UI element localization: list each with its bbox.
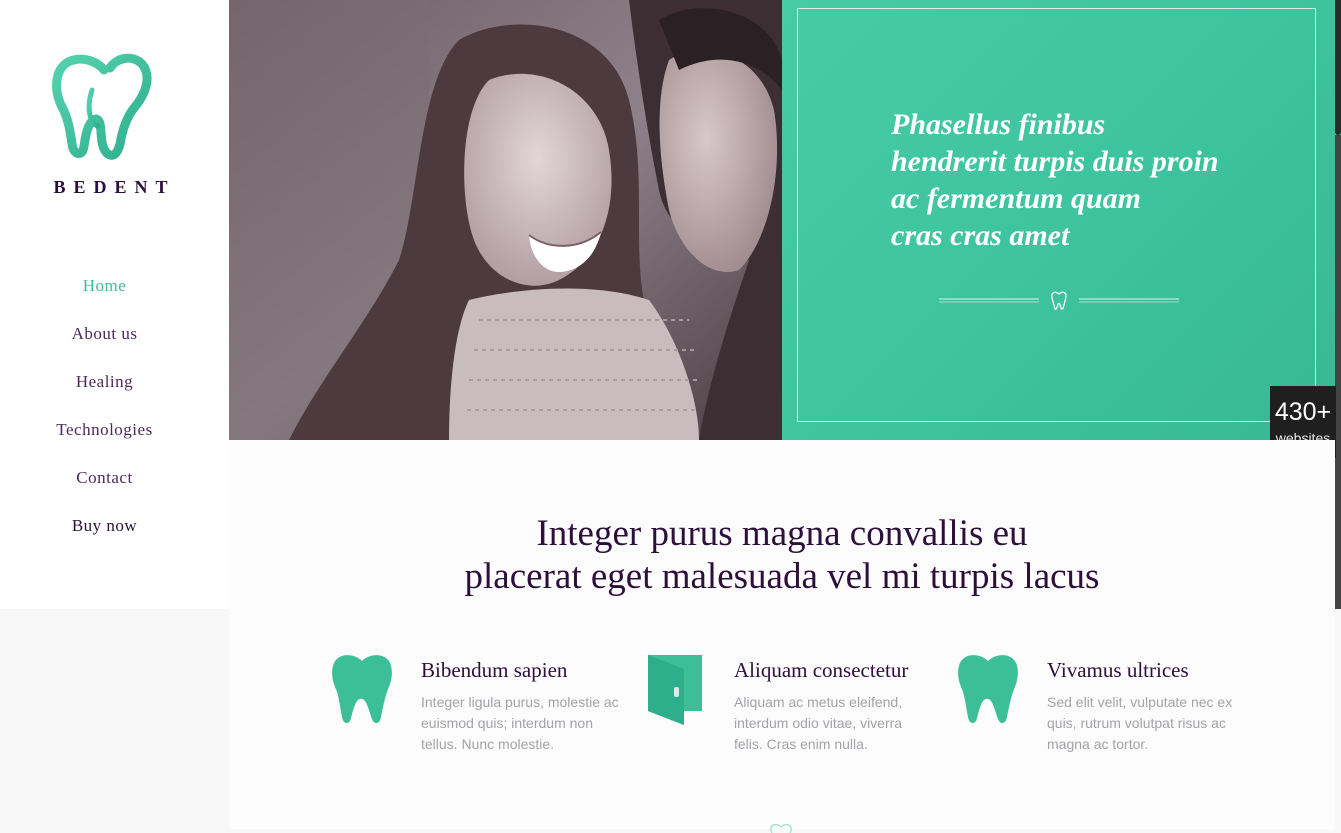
- sidebar: BEDENT Home About us Healing Technologie…: [0, 0, 229, 609]
- hero-quote-line: Phasellus finibus: [891, 108, 1106, 141]
- hero-quote-line: hendrerit turpis duis proin: [891, 145, 1219, 178]
- feature-item: Aliquam consectetur Aliquam ac metus ele…: [644, 653, 944, 763]
- nav-item-technologies[interactable]: Technologies: [0, 416, 209, 464]
- tooth-logo-icon[interactable]: [52, 52, 156, 162]
- hero-photo: [229, 0, 782, 440]
- brand-name[interactable]: BEDENT: [0, 177, 209, 198]
- nav-item-buy-now[interactable]: Buy now: [0, 512, 209, 560]
- feature-title: Bibendum sapien: [421, 658, 568, 682]
- scrollbar-track[interactable]: [1335, 135, 1341, 609]
- feature-title: Aliquam consectetur: [734, 658, 909, 682]
- feature-item: Vivamus ultrices Sed elit velit, vulputa…: [957, 653, 1257, 763]
- scrollbar-thumb[interactable]: [1335, 0, 1341, 135]
- tooth-divider-icon: [939, 291, 1179, 310]
- nav-item-about-us[interactable]: About us: [0, 320, 209, 368]
- nav-item-contact[interactable]: Contact: [0, 464, 209, 512]
- intro-section: Integer purus magna convallis eu placera…: [229, 440, 1335, 833]
- intro-headline-line: placerat eget malesuada vel mi turpis la…: [464, 556, 1100, 597]
- hero-quote-line: cras cras amet: [891, 219, 1070, 252]
- hero-quote: Phasellus finibus hendrerit turpis duis …: [891, 106, 1271, 254]
- feature-text: Aliquam ac metus eleifend, interdum odio…: [734, 694, 903, 752]
- wallet-icon: [648, 655, 702, 725]
- feature-item: Bibendum sapien Integer ligula purus, mo…: [331, 653, 631, 763]
- hero-quote-panel: Phasellus finibus hendrerit turpis duis …: [782, 0, 1341, 440]
- hero-quote-line: ac fermentum quam: [891, 182, 1142, 215]
- badge-count: 430+: [1274, 398, 1332, 426]
- feature-text: Integer ligula purus, molestie ac euismo…: [421, 694, 619, 752]
- intro-headline-line: Integer purus magna convallis eu: [536, 513, 1028, 554]
- main-nav: Home About us Healing Technologies Conta…: [0, 272, 209, 560]
- couple-photo: [229, 0, 782, 440]
- feature-text: Sed elit velit, vulputate nec ex quis, r…: [1047, 694, 1233, 752]
- tooth-outline-icon: [770, 823, 792, 833]
- tooth-icon: [332, 655, 392, 724]
- nav-item-home[interactable]: Home: [0, 272, 209, 320]
- intro-headline: Integer purus magna convallis eu placera…: [229, 512, 1335, 598]
- tooth-icon: [958, 655, 1018, 724]
- feature-title: Vivamus ultrices: [1047, 658, 1189, 682]
- nav-item-healing[interactable]: Healing: [0, 368, 209, 416]
